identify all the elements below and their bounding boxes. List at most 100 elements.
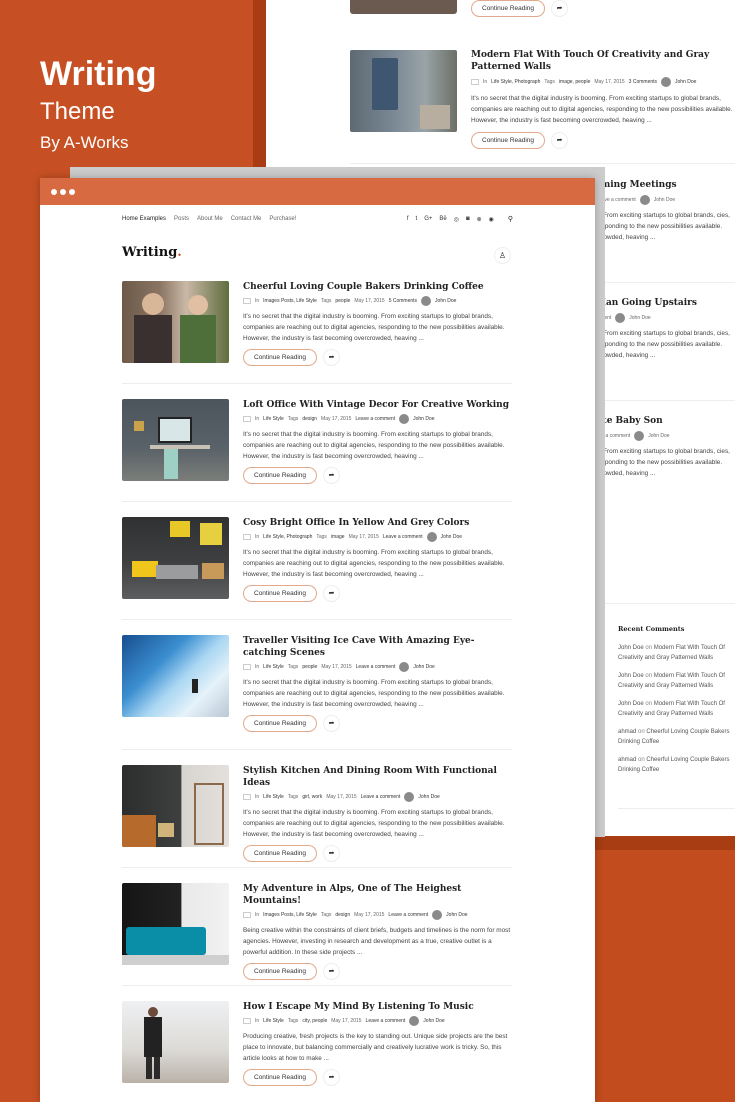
recent-comment: John Doe on Modern Flat With Touch Of Cr… — [618, 673, 725, 689]
recent-comment: ahmad on Cheerful Loving Couple Bakers D… — [618, 757, 730, 773]
author-avatar — [426, 532, 437, 542]
post-thumbnail[interactable] — [122, 635, 229, 717]
browser-window: Home Examples Posts About Me Contact Me … — [40, 178, 595, 1102]
author-avatar — [404, 792, 415, 802]
post-thumbnail[interactable] — [122, 765, 229, 847]
hero-title: Writing — [40, 55, 157, 93]
dribbble-icon[interactable]: ◎ — [454, 216, 459, 223]
nav-home-examples[interactable]: Home Examples — [122, 216, 166, 222]
post-meta: In Life Style, Photograph Tags image, peop… — [471, 77, 735, 87]
post-meta: In Life Style Tags design May 17, 2015 Leave … — [243, 414, 513, 424]
behance-icon[interactable]: Bē — [439, 216, 446, 223]
image-format-icon — [243, 664, 251, 670]
continue-reading-button[interactable]: Continue Reading — [243, 845, 318, 862]
author-avatar — [409, 1016, 420, 1026]
post-title[interactable]: Cosy Bright Office In Yellow And Grey Co… — [243, 517, 513, 529]
google-plus-icon[interactable]: G+ — [424, 216, 432, 223]
share-icon[interactable]: ➦ — [551, 0, 569, 17]
share-icon[interactable]: ➦ — [323, 467, 341, 484]
share-icon[interactable]: ➦ — [323, 715, 341, 732]
post-excerpt: It's no secret that the digital industry… — [243, 809, 505, 838]
audio-format-icon — [243, 1018, 251, 1024]
post-meta: In Images Posts, Life Style Tags design May … — [243, 910, 513, 920]
post-excerpt: It's no secret that the digital industry… — [243, 313, 505, 342]
post-excerpt: Producing creative, fresh projects is th… — [243, 1033, 508, 1062]
bg-top-buttons: Continue Reading ➦ — [471, 0, 569, 17]
facebook-icon[interactable]: f — [407, 216, 409, 223]
rss-icon[interactable]: ⊗ — [477, 216, 482, 223]
post-excerpt: It's no secret that the digital industry… — [243, 431, 505, 460]
post-thumbnail[interactable] — [122, 883, 229, 965]
share-icon[interactable]: ➦ — [323, 349, 341, 366]
dark-accent-strip-bottom — [595, 836, 735, 850]
post-thumbnail[interactable] — [122, 517, 229, 599]
post-title[interactable]: How I Escape My Mind By Listening To Mus… — [243, 1001, 513, 1013]
search-icon[interactable]: ⚲ — [508, 215, 513, 223]
share-icon[interactable]: ➦ — [323, 1069, 341, 1086]
post-title[interactable]: Traveller Visiting Ice Cave With Amazing… — [243, 635, 513, 659]
window-dot-icon — [51, 188, 57, 195]
bg-partial-post: Man Going Upstairs mmentJohn Doe n. From… — [596, 298, 730, 359]
continue-reading-button[interactable]: Continue Reading — [243, 963, 318, 980]
hero-subtitle: Theme — [40, 98, 115, 125]
bg-partial-post: ute Baby Son ave a comment John Doe n. Fr… — [596, 416, 730, 477]
post-excerpt: Being creative within the constraints of… — [243, 927, 511, 956]
bg-partial-post: rming Meetings Leave a comment John Doe n… — [596, 180, 730, 241]
author-avatar — [399, 662, 410, 672]
post-title[interactable]: Cheerful Loving Couple Bakers Drinking C… — [243, 281, 513, 293]
continue-reading-button[interactable]: Continue Reading — [471, 0, 546, 17]
post-title[interactable]: Loft Office With Vintage Decor For Creat… — [243, 399, 513, 411]
recent-comment: John Doe on Modern Flat With Touch Of Cr… — [618, 645, 725, 661]
image-format-icon — [243, 298, 251, 304]
continue-reading-button[interactable]: Continue Reading — [243, 585, 318, 602]
bg-post-thumbnail — [350, 50, 457, 132]
social-links: f t G+ Bē ◎ ◙ ⊗ ◉ — [407, 216, 494, 223]
share-icon[interactable]: ➦ — [323, 963, 341, 980]
author-avatar — [661, 77, 672, 87]
continue-reading-button[interactable]: Continue Reading — [243, 349, 318, 366]
twitter-icon[interactable]: t — [416, 216, 418, 223]
bg-post: Modern Flat With Touch Of Creativity and… — [471, 49, 735, 149]
image-format-icon — [243, 416, 251, 422]
standard-format-icon — [243, 912, 251, 918]
nav-contact-me[interactable]: Contact Me — [231, 216, 262, 222]
user-icon[interactable]: ♙ — [494, 247, 511, 264]
author-avatar — [421, 296, 432, 306]
image-format-icon — [243, 794, 251, 800]
post-thumbnail[interactable] — [122, 281, 229, 363]
nav-posts[interactable]: Posts — [174, 216, 189, 222]
recent-comment: John Doe on Modern Flat With Touch Of Cr… — [618, 701, 725, 717]
instagram-icon[interactable]: ◙ — [466, 216, 470, 223]
post-title[interactable]: Modern Flat With Touch Of Creativity and… — [471, 49, 735, 73]
post-title[interactable]: Stylish Kitchen And Dining Room With Fun… — [243, 765, 513, 789]
continue-reading-button[interactable]: Continue Reading — [243, 467, 318, 484]
recent-comment: ahmad on Cheerful Loving Couple Bakers D… — [618, 729, 730, 745]
share-icon[interactable]: ➦ — [323, 585, 341, 602]
share-icon[interactable]: ➦ — [323, 845, 341, 862]
post-meta: In Life Style Tags people May 17, 2015 Leave … — [243, 662, 513, 672]
post-thumbnail[interactable] — [122, 1001, 229, 1083]
post-title[interactable]: My Adventure in Alps, One of The Heighes… — [243, 883, 513, 907]
post-excerpt: It's no secret that the digital industry… — [243, 679, 505, 708]
post-excerpt: It's no secret that the digital industry… — [243, 549, 505, 578]
window-dot-icon — [69, 188, 75, 195]
image-format-icon — [243, 534, 251, 540]
nav-purchase[interactable]: Purchase! — [269, 216, 296, 222]
post-excerpt: It's no secret that the digital industry… — [471, 95, 733, 124]
share-icon[interactable]: ➦ — [551, 132, 569, 149]
author-avatar — [432, 910, 443, 920]
post-meta: In Life Style, Photograph Tags image May 17,… — [243, 532, 513, 542]
bg-thumb-partial — [350, 0, 457, 14]
image-format-icon — [471, 79, 479, 85]
post-meta: In Life Style Tags girl, work May 17, 2015 Le… — [243, 792, 513, 802]
post-thumbnail[interactable] — [122, 399, 229, 481]
site-logo[interactable]: Writing. — [122, 245, 182, 260]
user-icon[interactable]: ◉ — [489, 216, 494, 223]
continue-reading-button[interactable]: Continue Reading — [243, 715, 318, 732]
continue-reading-button[interactable]: Continue Reading — [243, 1069, 318, 1086]
continue-reading-button[interactable]: Continue Reading — [471, 132, 546, 149]
nav-about-me[interactable]: About Me — [197, 216, 223, 222]
hero-byline: By A-Works — [40, 133, 129, 152]
main-nav: Home Examples Posts About Me Contact Me … — [122, 213, 513, 225]
recent-comments-title: Recent Comments — [618, 625, 685, 633]
